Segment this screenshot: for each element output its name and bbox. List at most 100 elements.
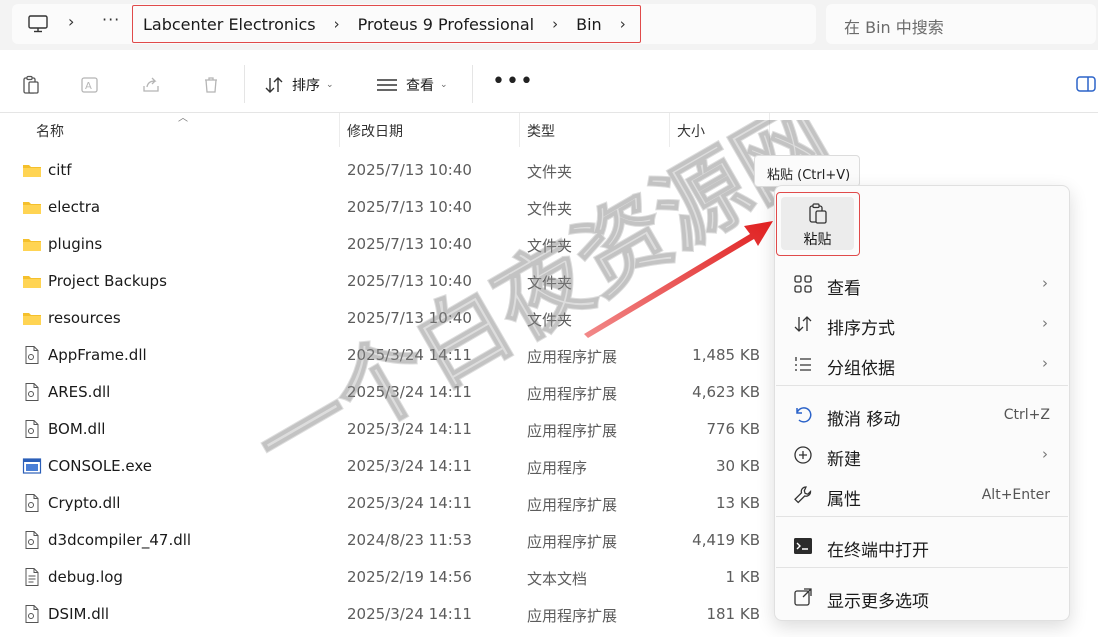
file-size: 13 KB (716, 494, 760, 512)
file-row[interactable]: AppFrame.dll 2025/3/24 14:11 应用程序扩展 1,485 K… (0, 336, 770, 373)
file-size: 776 KB (706, 420, 760, 438)
breadcrumb-item-bin[interactable]: Bin (566, 15, 612, 34)
column-divider[interactable] (769, 113, 770, 147)
paste-icon[interactable] (21, 75, 41, 95)
file-name: BOM.dll (48, 420, 106, 438)
file-name: d3dcompiler_47.dll (48, 531, 192, 549)
menu-item[interactable]: 显示更多选项 (774, 577, 1070, 617)
file-row[interactable]: d3dcompiler_47.dll 2024/8/23 11:53 应用程序扩展 4… (0, 521, 770, 558)
file-name: Crypto.dll (48, 494, 121, 512)
rename-icon[interactable]: A (80, 75, 100, 95)
file-name: plugins (48, 235, 103, 253)
menu-item-label: 新建 (827, 450, 861, 470)
chevron-right-icon[interactable]: › (612, 15, 634, 33)
breadcrumb-item-proteus[interactable]: Proteus 9 Professional (348, 15, 544, 34)
file-row[interactable]: Project Backups 2025/7/13 10:40 文件夹 (0, 262, 770, 299)
share-icon[interactable] (141, 75, 161, 95)
menu-item-label: 分组依据 (827, 359, 895, 379)
chevron-right-icon[interactable]: › (68, 12, 74, 31)
file-icon (22, 419, 42, 439)
address-bar-area: › ··· Labcenter Electronics › Proteus 9 … (0, 0, 1098, 50)
chevron-right-icon: › (1042, 314, 1048, 332)
search-input[interactable]: 在 Bin 中搜索 (826, 4, 1096, 44)
file-modified: 2025/3/24 14:11 (347, 605, 472, 623)
menu-item-label: 在终端中打开 (827, 541, 929, 561)
file-row[interactable]: BOM.dll 2025/3/24 14:11 应用程序扩展 776 KB (0, 410, 770, 447)
file-row[interactable]: debug.log 2025/2/19 14:56 文本文档 1 KB (0, 558, 770, 595)
column-header-type[interactable]: 类型 (519, 113, 669, 147)
column-header-modified[interactable]: 修改日期 (339, 113, 519, 147)
sort-button[interactable]: 排序 ⌄ (264, 73, 334, 97)
menu-separator (776, 385, 1068, 386)
menu-item-shortcut: Alt+Enter (981, 487, 1050, 503)
command-bar: A 排序 ⌄ 查看 ⌄ ••• (0, 55, 1098, 113)
file-size: 181 KB (706, 605, 760, 623)
file-type: 应用程序扩展 (527, 607, 618, 625)
menu-item[interactable]: 分组依据 › (774, 344, 1070, 384)
file-row[interactable]: resources 2025/7/13 10:40 文件夹 (0, 299, 770, 336)
wrench-icon (794, 486, 812, 504)
file-type: 文件夹 (527, 200, 573, 218)
file-name: resources (48, 309, 121, 327)
menu-item-shortcut: Ctrl+Z (1003, 407, 1050, 423)
menu-item-label: 排序方式 (827, 319, 895, 339)
file-row[interactable]: citf 2025/7/13 10:40 文件夹 (0, 151, 770, 188)
breadcrumb-item-labcenter[interactable]: Labcenter Electronics (133, 15, 326, 34)
menu-item[interactable]: 查看 › (774, 264, 1070, 304)
view-button[interactable]: 查看 ⌄ (376, 73, 448, 97)
folder-icon (22, 197, 42, 217)
more-options-button[interactable]: ••• (492, 71, 534, 93)
file-name: electra (48, 198, 101, 216)
paste-button[interactable]: 粘贴 (781, 197, 854, 250)
file-size: 4,419 KB (692, 531, 760, 549)
chevron-down-icon: ⌄ (326, 80, 334, 90)
file-row[interactable]: DSIM.dll 2025/3/24 14:11 应用程序扩展 181 KB (0, 595, 770, 632)
menu-item[interactable]: 撤消 移动 Ctrl+Z (774, 395, 1070, 435)
file-type: 文件夹 (527, 311, 573, 329)
breadcrumb: Labcenter Electronics › Proteus 9 Profes… (132, 5, 641, 43)
file-modified: 2025/7/13 10:40 (347, 309, 472, 327)
paste-tooltip: 粘贴 (Ctrl+V) (754, 155, 860, 187)
file-type: 文件夹 (527, 237, 573, 255)
column-header-size[interactable]: 大小 (669, 113, 769, 147)
folder-icon (22, 234, 42, 254)
file-icon (22, 493, 42, 513)
column-header-name[interactable]: 名称 (28, 113, 340, 147)
menu-item-label: 显示更多选项 (827, 592, 929, 612)
delete-icon[interactable] (201, 75, 221, 95)
menu-item[interactable]: 新建 › (774, 435, 1070, 475)
file-modified: 2025/3/24 14:11 (347, 457, 472, 475)
toolbar-divider (244, 65, 245, 103)
menu-item[interactable]: 在终端中打开 (774, 526, 1070, 566)
view-label: 查看 (406, 78, 434, 94)
file-row[interactable]: electra 2025/7/13 10:40 文件夹 (0, 188, 770, 225)
file-type: 应用程序扩展 (527, 385, 618, 403)
file-type: 应用程序扩展 (527, 348, 618, 366)
svg-text:A: A (85, 81, 92, 92)
chevron-right-icon[interactable]: › (544, 15, 566, 33)
file-modified: 2025/3/24 14:11 (347, 383, 472, 401)
menu-item-label: 撤消 移动 (827, 410, 901, 430)
file-modified: 2025/7/13 10:40 (347, 235, 472, 253)
paste-label: 粘贴 (803, 232, 832, 248)
file-modified: 2025/3/24 14:11 (347, 420, 472, 438)
chevron-right-icon[interactable]: › (326, 15, 348, 33)
folder-icon (22, 160, 42, 180)
file-icon (22, 604, 42, 624)
file-name: DSIM.dll (48, 605, 110, 623)
this-pc-icon[interactable] (27, 14, 49, 34)
menu-item[interactable]: 属性 Alt+Enter (774, 475, 1070, 515)
file-row[interactable]: Crypto.dll 2025/3/24 14:11 应用程序扩展 13 KB (0, 484, 770, 521)
details-pane-icon[interactable] (1076, 76, 1096, 92)
file-explorer-window: › ··· Labcenter Electronics › Proteus 9 … (0, 0, 1098, 637)
file-name: AppFrame.dll (48, 346, 147, 364)
file-row[interactable]: plugins 2025/7/13 10:40 文件夹 (0, 225, 770, 262)
paste-highlight-frame: 粘贴 (776, 192, 860, 256)
hidden-path-ellipsis[interactable]: ··· (102, 10, 120, 29)
file-row[interactable]: ARES.dll 2025/3/24 14:11 应用程序扩展 4,623 KB (0, 373, 770, 410)
file-row[interactable]: CONSOLE.exe 2025/3/24 14:11 应用程序 30 KB (0, 447, 770, 484)
chevron-right-icon: › (1042, 354, 1048, 372)
menu-item[interactable]: 排序方式 › (774, 304, 1070, 344)
file-type: 文件夹 (527, 163, 573, 181)
chevron-right-icon: › (1042, 274, 1048, 292)
